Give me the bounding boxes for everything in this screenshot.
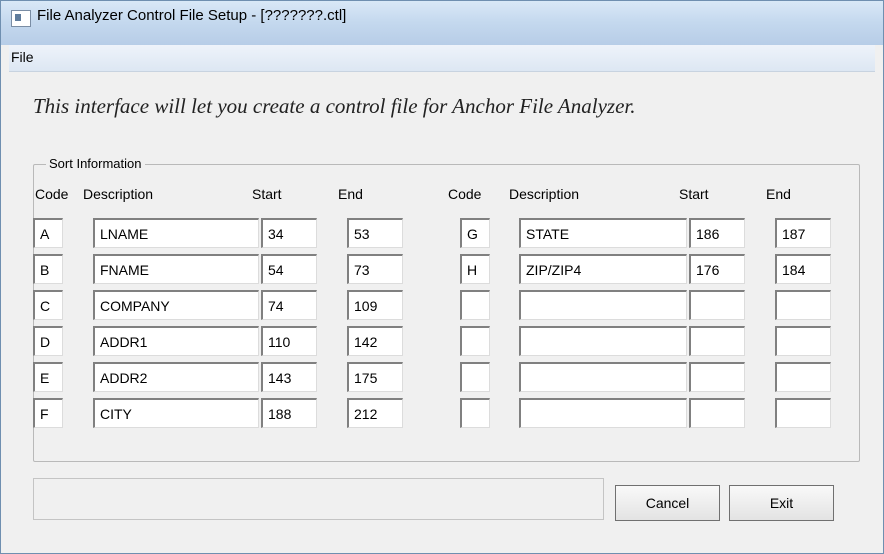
app-icon (11, 10, 31, 27)
menu-file[interactable]: File (11, 49, 34, 65)
right-code-field-6[interactable] (460, 398, 490, 428)
left-description-field-4[interactable]: ADDR1 (93, 326, 259, 356)
right-description-field-2[interactable]: ZIP/ZIP4 (519, 254, 687, 284)
status-box (33, 478, 604, 520)
left-description-field-1[interactable]: LNAME (93, 218, 259, 248)
header-end-right: End (766, 186, 791, 202)
exit-button[interactable]: Exit (729, 485, 834, 521)
right-code-field-1[interactable]: G (460, 218, 490, 248)
right-description-field-1[interactable]: STATE (519, 218, 687, 248)
right-description-field-3[interactable] (519, 290, 687, 320)
cancel-button[interactable]: Cancel (615, 485, 720, 521)
right-description-field-5[interactable] (519, 362, 687, 392)
right-end-field-4[interactable] (775, 326, 831, 356)
right-code-field-2[interactable]: H (460, 254, 490, 284)
right-end-field-3[interactable] (775, 290, 831, 320)
window-title: File Analyzer Control File Setup - [????… (37, 7, 347, 24)
left-code-field-5[interactable]: E (33, 362, 63, 392)
header-code-right: Code (448, 186, 482, 202)
left-description-field-5[interactable]: ADDR2 (93, 362, 259, 392)
group-label: Sort Information (46, 156, 145, 171)
left-description-field-3[interactable]: COMPANY (93, 290, 259, 320)
title-bar[interactable]: File Analyzer Control File Setup - [????… (1, 1, 883, 45)
right-end-field-6[interactable] (775, 398, 831, 428)
app-window: File Analyzer Control File Setup - [????… (0, 0, 884, 554)
left-description-field-6[interactable]: CITY (93, 398, 259, 428)
left-start-field-4[interactable]: 110 (261, 326, 317, 356)
left-end-field-3[interactable]: 109 (347, 290, 403, 320)
right-code-field-5[interactable] (460, 362, 490, 392)
right-code-field-4[interactable] (460, 326, 490, 356)
left-start-field-2[interactable]: 54 (261, 254, 317, 284)
header-start: Start (252, 186, 282, 202)
left-code-field-2[interactable]: B (33, 254, 63, 284)
left-start-field-3[interactable]: 74 (261, 290, 317, 320)
header-description-right: Description (509, 186, 580, 202)
right-description-field-4[interactable] (519, 326, 687, 356)
left-end-field-1[interactable]: 53 (347, 218, 403, 248)
header-start-right: Start (679, 186, 709, 202)
right-code-field-3[interactable] (460, 290, 490, 320)
left-start-field-6[interactable]: 188 (261, 398, 317, 428)
client-area: This interface will let you create a con… (9, 72, 875, 546)
left-code-field-1[interactable]: A (33, 218, 63, 248)
right-end-field-1[interactable]: 187 (775, 218, 831, 248)
right-start-field-4[interactable] (689, 326, 745, 356)
right-start-field-2[interactable]: 176 (689, 254, 745, 284)
right-start-field-3[interactable] (689, 290, 745, 320)
left-start-field-1[interactable]: 34 (261, 218, 317, 248)
left-code-field-6[interactable]: F (33, 398, 63, 428)
left-end-field-6[interactable]: 212 (347, 398, 403, 428)
right-description-field-6[interactable] (519, 398, 687, 428)
right-start-field-6[interactable] (689, 398, 745, 428)
left-code-field-4[interactable]: D (33, 326, 63, 356)
right-start-field-1[interactable]: 186 (689, 218, 745, 248)
right-end-field-2[interactable]: 184 (775, 254, 831, 284)
left-end-field-5[interactable]: 175 (347, 362, 403, 392)
menu-bar: File (9, 45, 875, 72)
header-end: End (338, 186, 363, 202)
right-end-field-5[interactable] (775, 362, 831, 392)
right-start-field-5[interactable] (689, 362, 745, 392)
header-code: Code (35, 186, 69, 202)
intro-text: This interface will let you create a con… (33, 94, 636, 118)
left-end-field-2[interactable]: 73 (347, 254, 403, 284)
left-end-field-4[interactable]: 142 (347, 326, 403, 356)
header-description: Description (83, 186, 154, 202)
left-description-field-2[interactable]: FNAME (93, 254, 259, 284)
left-code-field-3[interactable]: C (33, 290, 63, 320)
left-start-field-5[interactable]: 143 (261, 362, 317, 392)
